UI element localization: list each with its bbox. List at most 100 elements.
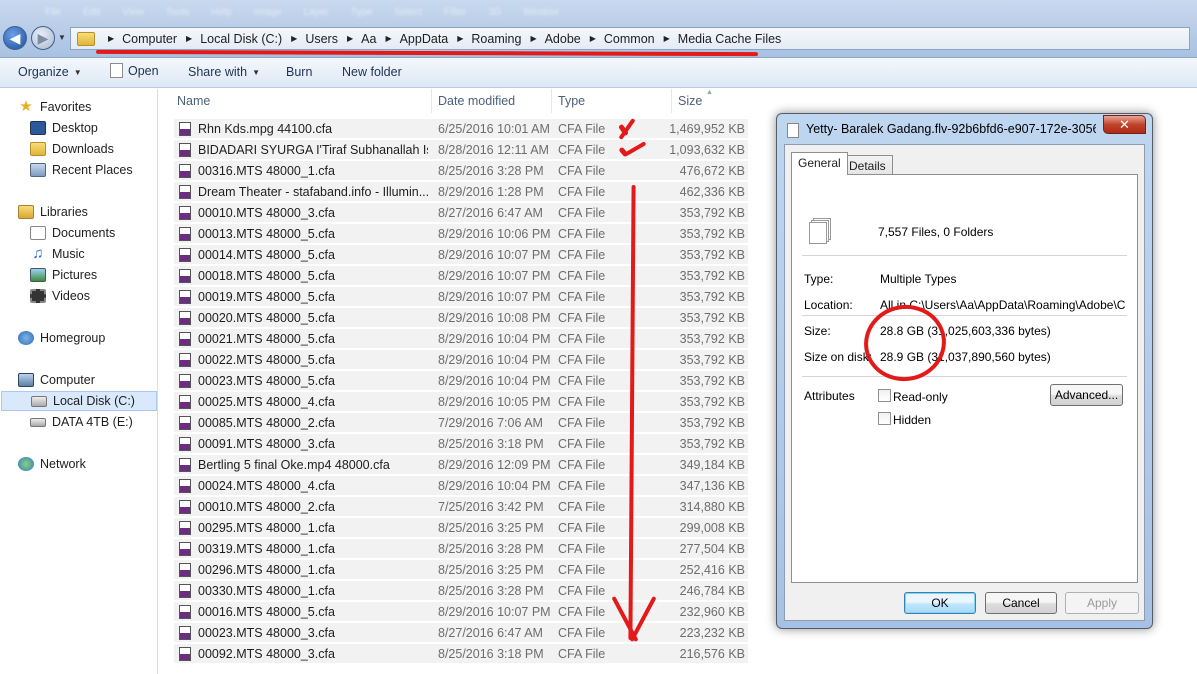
file-row[interactable]: 00023.MTS 48000_5.cfa 8/29/2016 10:04 PM C… [174,371,748,391]
breadcrumb-item[interactable]: ▶ Roaming [448,32,521,46]
file-row[interactable]: 00014.MTS 48000_5.cfa 8/29/2016 10:07 PM C… [174,245,748,265]
menu-item[interactable]: 3D [488,7,501,20]
hidden-checkbox[interactable] [878,412,891,425]
file-row[interactable]: Dream Theater - stafaband.info - Illumin… [174,182,748,202]
breadcrumb-item[interactable]: ▶ Common [581,32,655,46]
cancel-button[interactable]: Cancel [985,592,1057,614]
open-button[interactable]: Open [110,63,159,78]
breadcrumb-item[interactable]: ▶ AppData [376,32,448,46]
cfa-file-icon [179,563,191,577]
column-divider[interactable] [431,89,432,113]
recent-pages-dropdown-icon[interactable]: ▼ [58,33,66,42]
menu-item[interactable]: Window [523,7,559,20]
breadcrumb-separator-icon[interactable]: ▶ [590,34,596,43]
file-row[interactable]: 00018.MTS 48000_5.cfa 8/29/2016 10:07 PM C… [174,266,748,286]
nav-documents[interactable]: Documents [30,223,115,243]
breadcrumb-separator-icon[interactable]: ▶ [347,34,353,43]
nav-recent-places[interactable]: Recent Places [30,160,133,180]
breadcrumb-separator-icon[interactable]: ▶ [108,34,114,43]
breadcrumb-separator-icon[interactable]: ▶ [457,34,463,43]
nav-downloads[interactable]: Downloads [30,139,114,159]
menu-item[interactable]: View [122,7,144,20]
column-header-type[interactable]: Type [558,94,585,108]
file-row[interactable]: 00316.MTS 48000_1.cfa 8/25/2016 3:28 PM CF… [174,161,748,181]
file-row[interactable]: 00013.MTS 48000_5.cfa 8/29/2016 10:06 PM C… [174,224,748,244]
file-row[interactable]: 00022.MTS 48000_5.cfa 8/29/2016 10:04 PM C… [174,350,748,370]
menu-item[interactable]: Type [351,7,373,20]
address-bar[interactable]: ▶ Computer ▶ Local Disk (C:) ▶ Users ▶ Aa ▶ AppDa… [70,27,1190,50]
column-header-size[interactable]: Size [678,94,702,108]
nav-data-drive[interactable]: DATA 4TB (E:) [30,412,133,432]
breadcrumb-item[interactable]: ▶ Aa [338,32,376,46]
breadcrumb-separator-icon[interactable]: ▶ [530,34,536,43]
file-row[interactable]: 00319.MTS 48000_1.cfa 8/25/2016 3:28 PM CF… [174,539,748,559]
column-header-name[interactable]: Name [177,94,210,108]
file-row[interactable]: 00330.MTS 48000_1.cfa 8/25/2016 3:28 PM CF… [174,581,748,601]
ok-button[interactable]: OK [904,592,976,614]
file-row[interactable]: 00092.MTS 48000_3.cfa 8/25/2016 3:18 PM CF… [174,644,748,664]
file-row[interactable]: 00023.MTS 48000_3.cfa 8/27/2016 6:47 AM CF… [174,623,748,643]
file-name: 00023.MTS 48000_3.cfa [198,626,335,640]
breadcrumb-item[interactable]: ▶ Users [282,32,338,46]
file-row[interactable]: 00295.MTS 48000_1.cfa 8/25/2016 3:25 PM CF… [174,518,748,538]
readonly-checkbox[interactable] [878,389,891,402]
nav-music[interactable]: ♫ Music [30,244,84,264]
file-row[interactable]: 00296.MTS 48000_1.cfa 8/25/2016 3:25 PM CF… [174,560,748,580]
menu-item[interactable]: Edit [83,7,100,20]
nav-desktop[interactable]: Desktop [30,118,98,138]
file-row[interactable]: 00010.MTS 48000_2.cfa 7/25/2016 3:42 PM CF… [174,497,748,517]
burn-button[interactable]: Burn [286,65,312,79]
forward-button[interactable]: ▶ [31,26,55,50]
file-row[interactable]: 00010.MTS 48000_3.cfa 8/27/2016 6:47 AM CF… [174,203,748,223]
file-row[interactable]: 00091.MTS 48000_3.cfa 8/25/2016 3:18 PM CF… [174,434,748,454]
column-divider[interactable] [551,89,552,113]
file-row[interactable]: 00016.MTS 48000_5.cfa 8/29/2016 10:07 PM C… [174,602,748,622]
star-icon: ★ [19,98,33,115]
breadcrumb-item[interactable]: ▶ Media Cache Files [655,32,782,46]
tab-general[interactable]: General [791,152,848,175]
nav-videos[interactable]: Videos [30,286,90,306]
nav-pictures[interactable]: Pictures [30,265,97,285]
nav-homegroup[interactable]: Homegroup [18,328,105,348]
breadcrumb-item[interactable]: ▶ Computer [99,32,177,46]
nav-favorites[interactable]: ★ Favorites [18,97,91,117]
nav-computer[interactable]: Computer [18,370,95,390]
menu-item[interactable]: Filter [444,7,466,20]
column-header-date[interactable]: Date modified [438,94,515,108]
file-size: 1,469,952 KB [669,122,745,136]
breadcrumb-separator-icon[interactable]: ▶ [186,34,192,43]
apply-button[interactable]: Apply [1065,592,1139,614]
nav-local-disk[interactable]: Local Disk (C:) [1,391,157,411]
tab-details[interactable]: Details [842,155,893,174]
file-row[interactable]: 00025.MTS 48000_4.cfa 8/29/2016 10:05 PM C… [174,392,748,412]
menu-item[interactable]: Help [211,7,232,20]
breadcrumb-separator-icon[interactable]: ▶ [664,34,670,43]
breadcrumb-separator-icon[interactable]: ▶ [291,34,297,43]
file-name: 00091.MTS 48000_3.cfa [198,437,335,451]
file-row[interactable]: 00019.MTS 48000_5.cfa 8/29/2016 10:07 PM C… [174,287,748,307]
menu-item[interactable]: Layer [304,7,329,20]
nav-network[interactable]: Network [18,454,86,474]
file-row[interactable]: 00021.MTS 48000_5.cfa 8/29/2016 10:04 PM C… [174,329,748,349]
share-with-button[interactable]: Share with ▼ [188,65,260,79]
back-button[interactable]: ◀ [3,26,27,50]
breadcrumb-item[interactable]: ▶ Adobe [521,32,580,46]
menu-item[interactable]: Select [394,7,422,20]
menu-item[interactable]: File [45,7,61,20]
organize-button[interactable]: Organize ▼ [18,65,82,79]
nav-libraries[interactable]: Libraries [18,202,88,222]
file-row[interactable]: Rhn Kds.mpg 44100.cfa 6/25/2016 10:01 AM C… [174,119,748,139]
file-row[interactable]: 00085.MTS 48000_2.cfa 7/29/2016 7:06 AM CF… [174,413,748,433]
menu-item[interactable]: Tools [166,7,189,20]
column-divider[interactable] [671,89,672,113]
close-button[interactable]: ✕ [1103,115,1146,134]
breadcrumb-separator-icon[interactable]: ▶ [385,34,391,43]
file-row[interactable]: Bertling 5 final Oke.mp4 48000.cfa 8/29/2… [174,455,748,475]
menu-item[interactable]: Image [254,7,282,20]
new-folder-button[interactable]: New folder [342,65,402,79]
file-row[interactable]: 00020.MTS 48000_5.cfa 8/29/2016 10:08 PM C… [174,308,748,328]
file-row[interactable]: 00024.MTS 48000_4.cfa 8/29/2016 10:04 PM C… [174,476,748,496]
advanced-button[interactable]: Advanced... [1050,384,1123,406]
file-row[interactable]: BIDADARI SYURGA I'Tiraf Subhanallah Ist.… [174,140,748,160]
breadcrumb-item[interactable]: ▶ Local Disk (C:) [177,32,282,46]
